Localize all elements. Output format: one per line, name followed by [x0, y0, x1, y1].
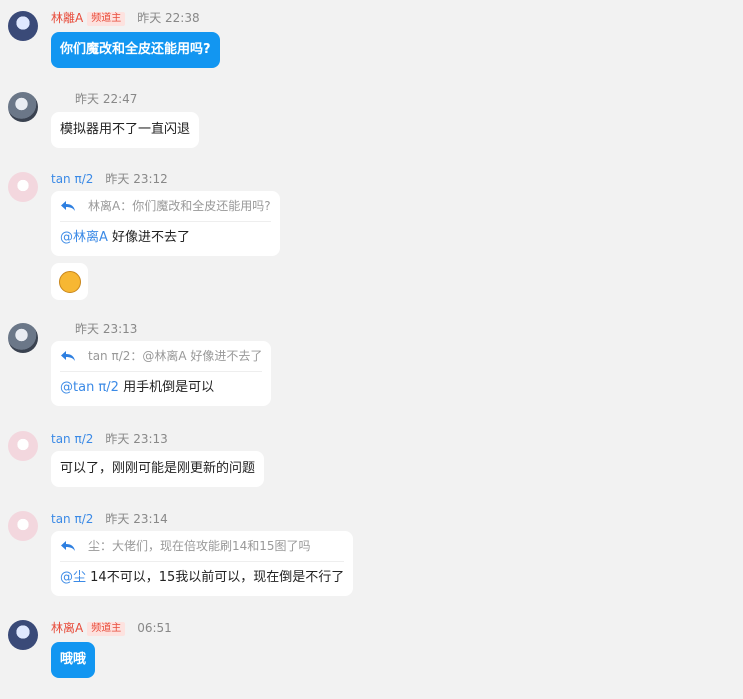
sender-name[interactable]: 林离A — [51, 621, 83, 635]
message-bubble[interactable]: 模拟器用不了一直闪退 — [51, 112, 200, 148]
message-meta: 林離A 频道主 昨天 22:38 — [51, 10, 200, 26]
reply-icon — [61, 351, 75, 361]
mention-link[interactable]: @尘 — [60, 570, 86, 585]
owner-badge: 频道主 — [87, 622, 126, 636]
message-text: 14不可以，15我以前可以，现在倒是不行了 — [90, 570, 345, 585]
quoted-reply[interactable]: 尘：大佬们，现在倍攻能刷14和15图了吗 — [60, 537, 345, 562]
timestamp: 昨天 23:13 — [105, 432, 168, 446]
quoted-text: 林离A：你们魔改和全皮还能用吗? — [88, 199, 271, 213]
message-text: 模拟器用不了一直闪退 — [60, 122, 191, 137]
avatar[interactable] — [8, 620, 38, 650]
message-meta: 林离A 频道主 06:51 — [51, 620, 172, 636]
sender-name[interactable]: tan π/2 — [51, 432, 93, 446]
sender-name[interactable]: 林離A — [51, 11, 83, 25]
owner-badge: 频道主 — [87, 12, 126, 26]
mention-link[interactable]: @林离A — [60, 230, 108, 245]
mention-link[interactable]: @tan π/2 — [60, 380, 119, 395]
quoted-reply[interactable]: 林离A：你们魔改和全皮还能用吗? — [60, 197, 271, 222]
message-bubble[interactable]: tan π/2：@林离A 好像进不去了 @tan π/2 用手机倒是可以 — [51, 341, 272, 406]
message-meta: tan π/2 昨天 23:14 — [51, 511, 168, 527]
reply-icon — [61, 541, 75, 551]
message-bubble[interactable]: 哦哦 — [51, 642, 96, 678]
message-text: 好像进不去了 — [112, 230, 191, 245]
quoted-reply[interactable]: tan π/2：@林离A 好像进不去了 — [60, 347, 263, 372]
message-meta: 昨天 23:13 — [51, 321, 137, 337]
message-meta: tan π/2 昨天 23:13 — [51, 431, 168, 447]
reply-icon — [61, 201, 75, 211]
message-meta: 昨天 22:47 — [51, 91, 137, 107]
timestamp: 昨天 23:12 — [105, 172, 168, 186]
avatar[interactable] — [8, 511, 38, 541]
avatar[interactable] — [8, 323, 38, 353]
avatar[interactable] — [8, 92, 38, 122]
avatar[interactable] — [8, 431, 38, 461]
message-text: 用手机倒是可以 — [123, 380, 215, 395]
timestamp: 昨天 23:13 — [75, 322, 138, 336]
timestamp: 昨天 22:47 — [75, 92, 138, 106]
message-bubble[interactable]: 你们魔改和全皮还能用吗? — [51, 32, 220, 68]
message-bubble[interactable]: 可以了，刚刚可能是刚更新的问题 — [51, 451, 265, 487]
emoji-bubble[interactable] — [51, 263, 88, 300]
message-text: 可以了，刚刚可能是刚更新的问题 — [60, 461, 256, 476]
avatar[interactable] — [8, 11, 38, 41]
emoji-sticker-icon — [58, 270, 81, 293]
message-text: 你们魔改和全皮还能用吗? — [60, 42, 211, 57]
message-meta: tan π/2 昨天 23:12 — [51, 171, 168, 187]
quoted-text: 尘：大佬们，现在倍攻能刷14和15图了吗 — [88, 539, 311, 553]
avatar[interactable] — [8, 172, 38, 202]
timestamp: 06:51 — [137, 621, 172, 635]
message-bubble[interactable]: 林离A：你们魔改和全皮还能用吗? @林离A 好像进不去了 — [51, 191, 280, 256]
message-text: 哦哦 — [60, 652, 87, 667]
sender-name[interactable]: tan π/2 — [51, 512, 93, 526]
sender-name[interactable]: tan π/2 — [51, 172, 93, 186]
quoted-text: tan π/2：@林离A 好像进不去了 — [88, 349, 263, 363]
timestamp: 昨天 22:38 — [137, 11, 200, 25]
message-bubble[interactable]: 尘：大佬们，现在倍攻能刷14和15图了吗 @尘 14不可以，15我以前可以，现在… — [51, 531, 354, 596]
timestamp: 昨天 23:14 — [105, 512, 168, 526]
